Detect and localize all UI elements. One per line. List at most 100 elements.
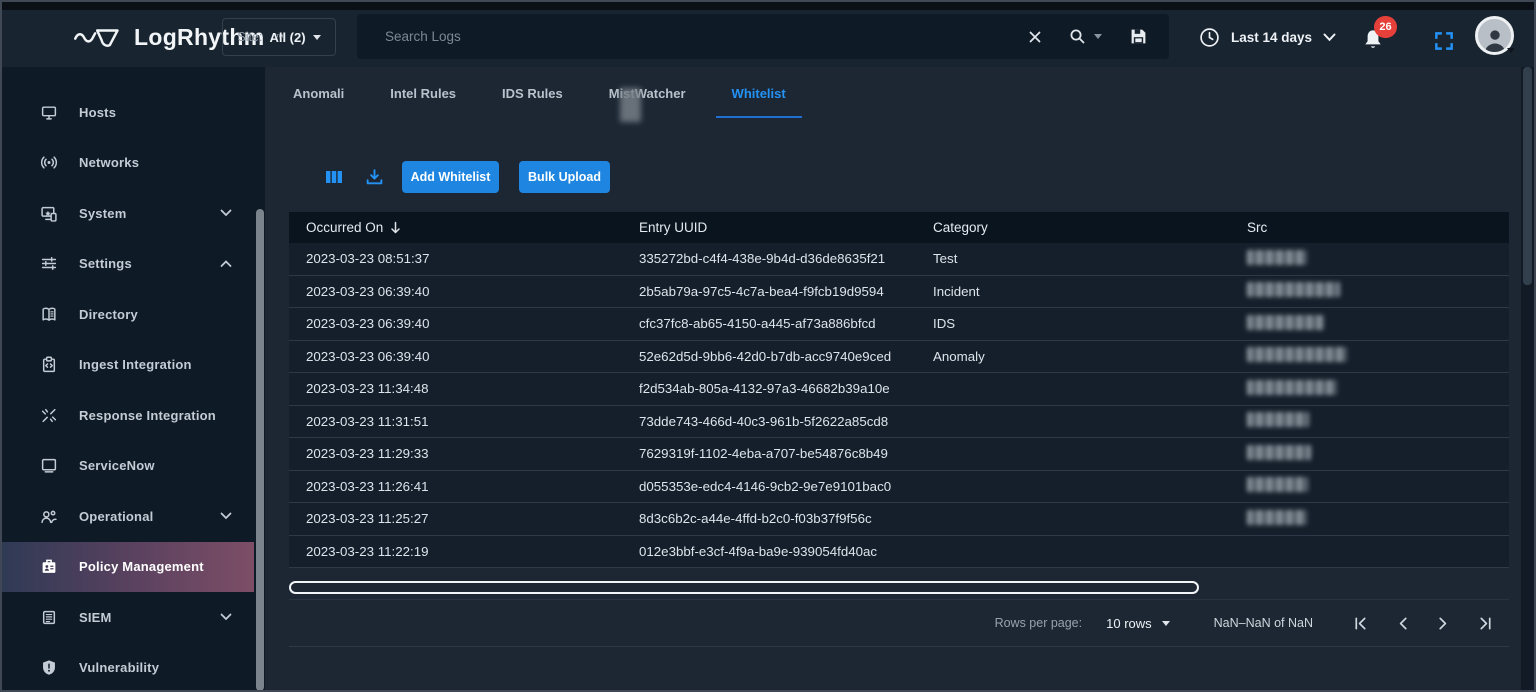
news-icon <box>40 609 58 626</box>
search-options-caret-icon[interactable] <box>1094 34 1102 39</box>
notification-badge: 26 <box>1374 16 1397 38</box>
sidebar-item-ingest-integration[interactable]: Ingest Integration <box>2 340 254 391</box>
monitor-icon <box>40 104 58 121</box>
whitelist-table: Occurred On Entry UUID Category Src 2023… <box>289 212 1509 568</box>
sidebar-item-system[interactable]: System <box>2 188 254 239</box>
pager-controls <box>1351 614 1495 633</box>
column-header-entry-uuid[interactable]: Entry UUID <box>622 220 916 235</box>
download-button[interactable] <box>365 168 384 186</box>
table-row[interactable]: 2023-03-23 11:25:27 8d3c6b2c-a44e-4ffd-b… <box>289 503 1509 536</box>
column-header-src[interactable]: Src <box>1230 220 1509 235</box>
last-page-button[interactable] <box>1476 614 1495 633</box>
broken-link-icon <box>40 407 58 424</box>
horizontal-scrollbar-thumb[interactable] <box>289 581 1199 594</box>
download-icon <box>365 168 384 186</box>
rows-per-page-select[interactable]: 10 rows <box>1106 616 1170 631</box>
clock-icon <box>1199 27 1220 48</box>
tab-anomali[interactable]: Anomali <box>293 80 344 118</box>
tab-whitelist[interactable]: Whitelist <box>732 80 786 118</box>
search-input[interactable] <box>357 29 1021 44</box>
sidebar-item-settings[interactable]: Settings <box>2 239 254 290</box>
sidebar-item-label: Ingest Integration <box>79 357 192 372</box>
save-icon <box>1130 28 1147 45</box>
broadcast-icon <box>40 154 58 171</box>
sidebar-item-operational[interactable]: Operational <box>2 491 254 542</box>
first-page-button[interactable] <box>1351 614 1370 633</box>
bulk-upload-button[interactable]: Bulk Upload <box>519 161 610 193</box>
sidebar-item-vulnerability[interactable]: Vulnerability <box>2 643 254 692</box>
column-header-category[interactable]: Category <box>916 220 1230 235</box>
search-icon <box>1069 28 1086 45</box>
sidebar-item-label: ServiceNow <box>79 458 155 473</box>
run-search-button[interactable] <box>1063 22 1092 51</box>
redacted-src-value <box>1247 477 1308 492</box>
previous-page-button[interactable] <box>1394 614 1411 633</box>
sidebar-item-label: Policy Management <box>79 559 204 574</box>
app-window: LogRhythm ™ Site: All (2) <box>0 0 1536 692</box>
sidebar-item-label: System <box>79 206 126 221</box>
save-search-button[interactable] <box>1124 22 1153 51</box>
monitor-icon <box>40 457 58 474</box>
window-scrollbar-thumb[interactable] <box>1523 67 1532 285</box>
table-header-row: Occurred On Entry UUID Category Src <box>289 212 1509 243</box>
notifications-button[interactable]: 26 <box>1362 22 1402 58</box>
tab-bar: Anomali Intel Rules IDS Rules MistWatche… <box>293 80 786 118</box>
site-label: Site: <box>237 30 262 44</box>
rows-per-page-value: 10 rows <box>1106 616 1152 631</box>
sidebar-item-networks[interactable]: Networks <box>2 138 254 189</box>
table-row[interactable]: 2023-03-23 11:22:19 012e3bbf-e3cf-4f9a-b… <box>289 536 1509 569</box>
shield-icon <box>40 659 58 676</box>
tab-ids-rules[interactable]: IDS Rules <box>502 80 563 118</box>
chevron-up-icon <box>220 260 232 268</box>
top-bar: LogRhythm ™ Site: All (2) <box>2 10 1534 67</box>
sidebar-scrollbar-thumb[interactable] <box>256 209 264 691</box>
clipboard-code-icon <box>40 356 58 373</box>
site-selector[interactable]: Site: All (2) <box>222 18 336 56</box>
table-row[interactable]: 2023-03-23 06:39:40 2b5ab79a-97c5-4c7a-b… <box>289 276 1509 309</box>
table-row[interactable]: 2023-03-23 11:29:33 7629319f-1102-4eba-a… <box>289 438 1509 471</box>
close-icon <box>1027 29 1043 45</box>
redacted-src-value <box>1247 347 1347 362</box>
time-range-selector[interactable]: Last 14 days <box>1199 24 1336 50</box>
table-row[interactable]: 2023-03-23 11:31:51 73dde743-466d-40c3-9… <box>289 406 1509 439</box>
sidebar-item-servicenow[interactable]: ServiceNow <box>2 441 254 492</box>
redaction-blur-patch <box>620 88 641 122</box>
last-page-icon <box>1478 616 1493 631</box>
column-header-occurred-on[interactable]: Occurred On <box>289 220 622 235</box>
table-row[interactable]: 2023-03-23 06:39:40 52e62d5d-9bb6-42d0-b… <box>289 341 1509 374</box>
table-row[interactable]: 2023-03-23 11:34:48 f2d534ab-805a-4132-9… <box>289 373 1509 406</box>
chevron-down-icon <box>220 613 232 621</box>
table-row[interactable]: 2023-03-23 06:39:40 cfc37fc8-ab65-4150-a… <box>289 308 1509 341</box>
sidebar-item-directory[interactable]: Directory <box>2 289 254 340</box>
sidebar-nav: Hosts Networks System Settings Directory… <box>2 67 265 690</box>
first-page-icon <box>1353 616 1368 631</box>
sidebar-item-label: Operational <box>79 509 153 524</box>
time-range-value: Last 14 days <box>1231 30 1312 45</box>
add-whitelist-button[interactable]: Add Whitelist <box>402 161 499 193</box>
rows-per-page-label: Rows per page: <box>995 616 1083 630</box>
sidebar-item-label: Directory <box>79 307 138 322</box>
clear-search-button[interactable] <box>1021 23 1049 51</box>
next-page-button[interactable] <box>1435 614 1452 633</box>
book-icon <box>40 306 58 323</box>
chevron-down-icon <box>1162 621 1170 626</box>
fullscreen-button[interactable] <box>1429 26 1459 56</box>
sidebar-item-policy-management[interactable]: Policy Management <box>2 542 254 593</box>
sidebar-item-siem[interactable]: SIEM <box>2 592 254 643</box>
table-row[interactable]: 2023-03-23 11:26:41 d055353e-edc4-4146-9… <box>289 471 1509 504</box>
columns-icon <box>325 169 343 185</box>
table-row[interactable]: 2023-03-23 08:51:37 335272bd-c4f4-438e-9… <box>289 243 1509 276</box>
sidebar-item-hosts[interactable]: Hosts <box>2 87 254 138</box>
sidebar-item-response-integration[interactable]: Response Integration <box>2 390 254 441</box>
tab-intel-rules[interactable]: Intel Rules <box>390 80 456 118</box>
window-scrollbar-track[interactable] <box>1521 67 1534 690</box>
main-content: Anomali Intel Rules IDS Rules MistWatche… <box>265 67 1534 690</box>
logrhythm-wave-icon <box>72 23 124 51</box>
redacted-src-value <box>1247 412 1309 427</box>
fullscreen-icon <box>1435 32 1453 50</box>
sidebar-item-label: Settings <box>79 256 132 271</box>
table-footer: Rows per page: 10 rows NaN–NaN of NaN <box>289 599 1509 647</box>
redacted-src-value <box>1247 445 1311 460</box>
columns-button[interactable] <box>325 169 343 185</box>
people-icon <box>40 508 58 525</box>
